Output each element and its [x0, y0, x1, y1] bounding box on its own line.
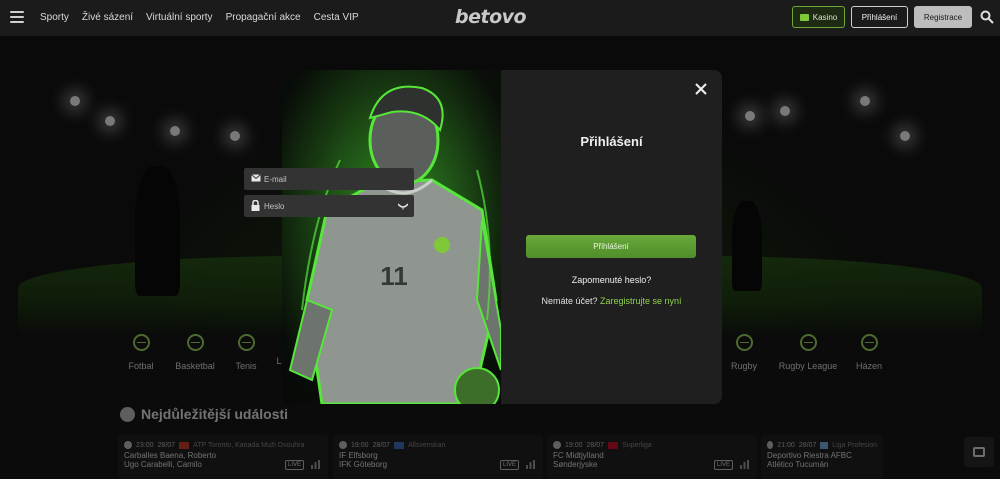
- jersey-number: 11: [380, 261, 408, 291]
- modal-title: Přihlášení: [580, 134, 643, 149]
- email-input[interactable]: [264, 169, 394, 189]
- nav-item-promotions[interactable]: Propagační akce: [226, 12, 301, 23]
- search-icon[interactable]: [980, 10, 994, 24]
- logo-text: betovo: [455, 6, 527, 28]
- nav-item-sporty[interactable]: Sporty: [40, 12, 69, 23]
- password-field[interactable]: [244, 195, 414, 217]
- close-icon[interactable]: [694, 82, 708, 96]
- show-password-icon[interactable]: [398, 202, 408, 210]
- casino-button[interactable]: Kasino: [792, 6, 845, 28]
- email-field[interactable]: [244, 168, 414, 190]
- player-illustration: 11: [282, 70, 501, 404]
- envelope-icon: [251, 174, 261, 182]
- page: Sporty Živé sázení Virtuální sporty Prop…: [0, 0, 1000, 479]
- nav-item-live[interactable]: Živé sázení: [82, 12, 133, 23]
- top-header: Sporty Živé sázení Virtuální sporty Prop…: [0, 0, 1000, 36]
- no-account-text: Nemáte účet? Zaregistrujte se nyní: [501, 296, 722, 306]
- register-link[interactable]: Zaregistrujte se nyní: [600, 296, 682, 306]
- menu-icon[interactable]: [10, 11, 24, 23]
- login-button[interactable]: Přihlášení: [851, 6, 908, 28]
- casino-icon: [799, 13, 809, 21]
- register-button[interactable]: Registrace: [914, 6, 972, 28]
- casino-label: Kasino: [812, 12, 838, 22]
- login-submit-button[interactable]: Přihlášení: [526, 235, 696, 258]
- nav-item-vip[interactable]: Cesta VIP: [314, 12, 359, 23]
- nav-item-virtual[interactable]: Virtuální sporty: [146, 12, 213, 23]
- forgot-password-link[interactable]: Zapomenuté heslo?: [501, 275, 722, 285]
- no-account-label: Nemáte účet?: [541, 296, 598, 306]
- site-logo[interactable]: betovo: [455, 6, 527, 28]
- lock-icon: [251, 200, 260, 211]
- modal-player-artwork: 11: [282, 70, 501, 404]
- main-nav: Sporty Živé sázení Virtuální sporty Prop…: [40, 12, 359, 23]
- password-input[interactable]: [264, 196, 394, 216]
